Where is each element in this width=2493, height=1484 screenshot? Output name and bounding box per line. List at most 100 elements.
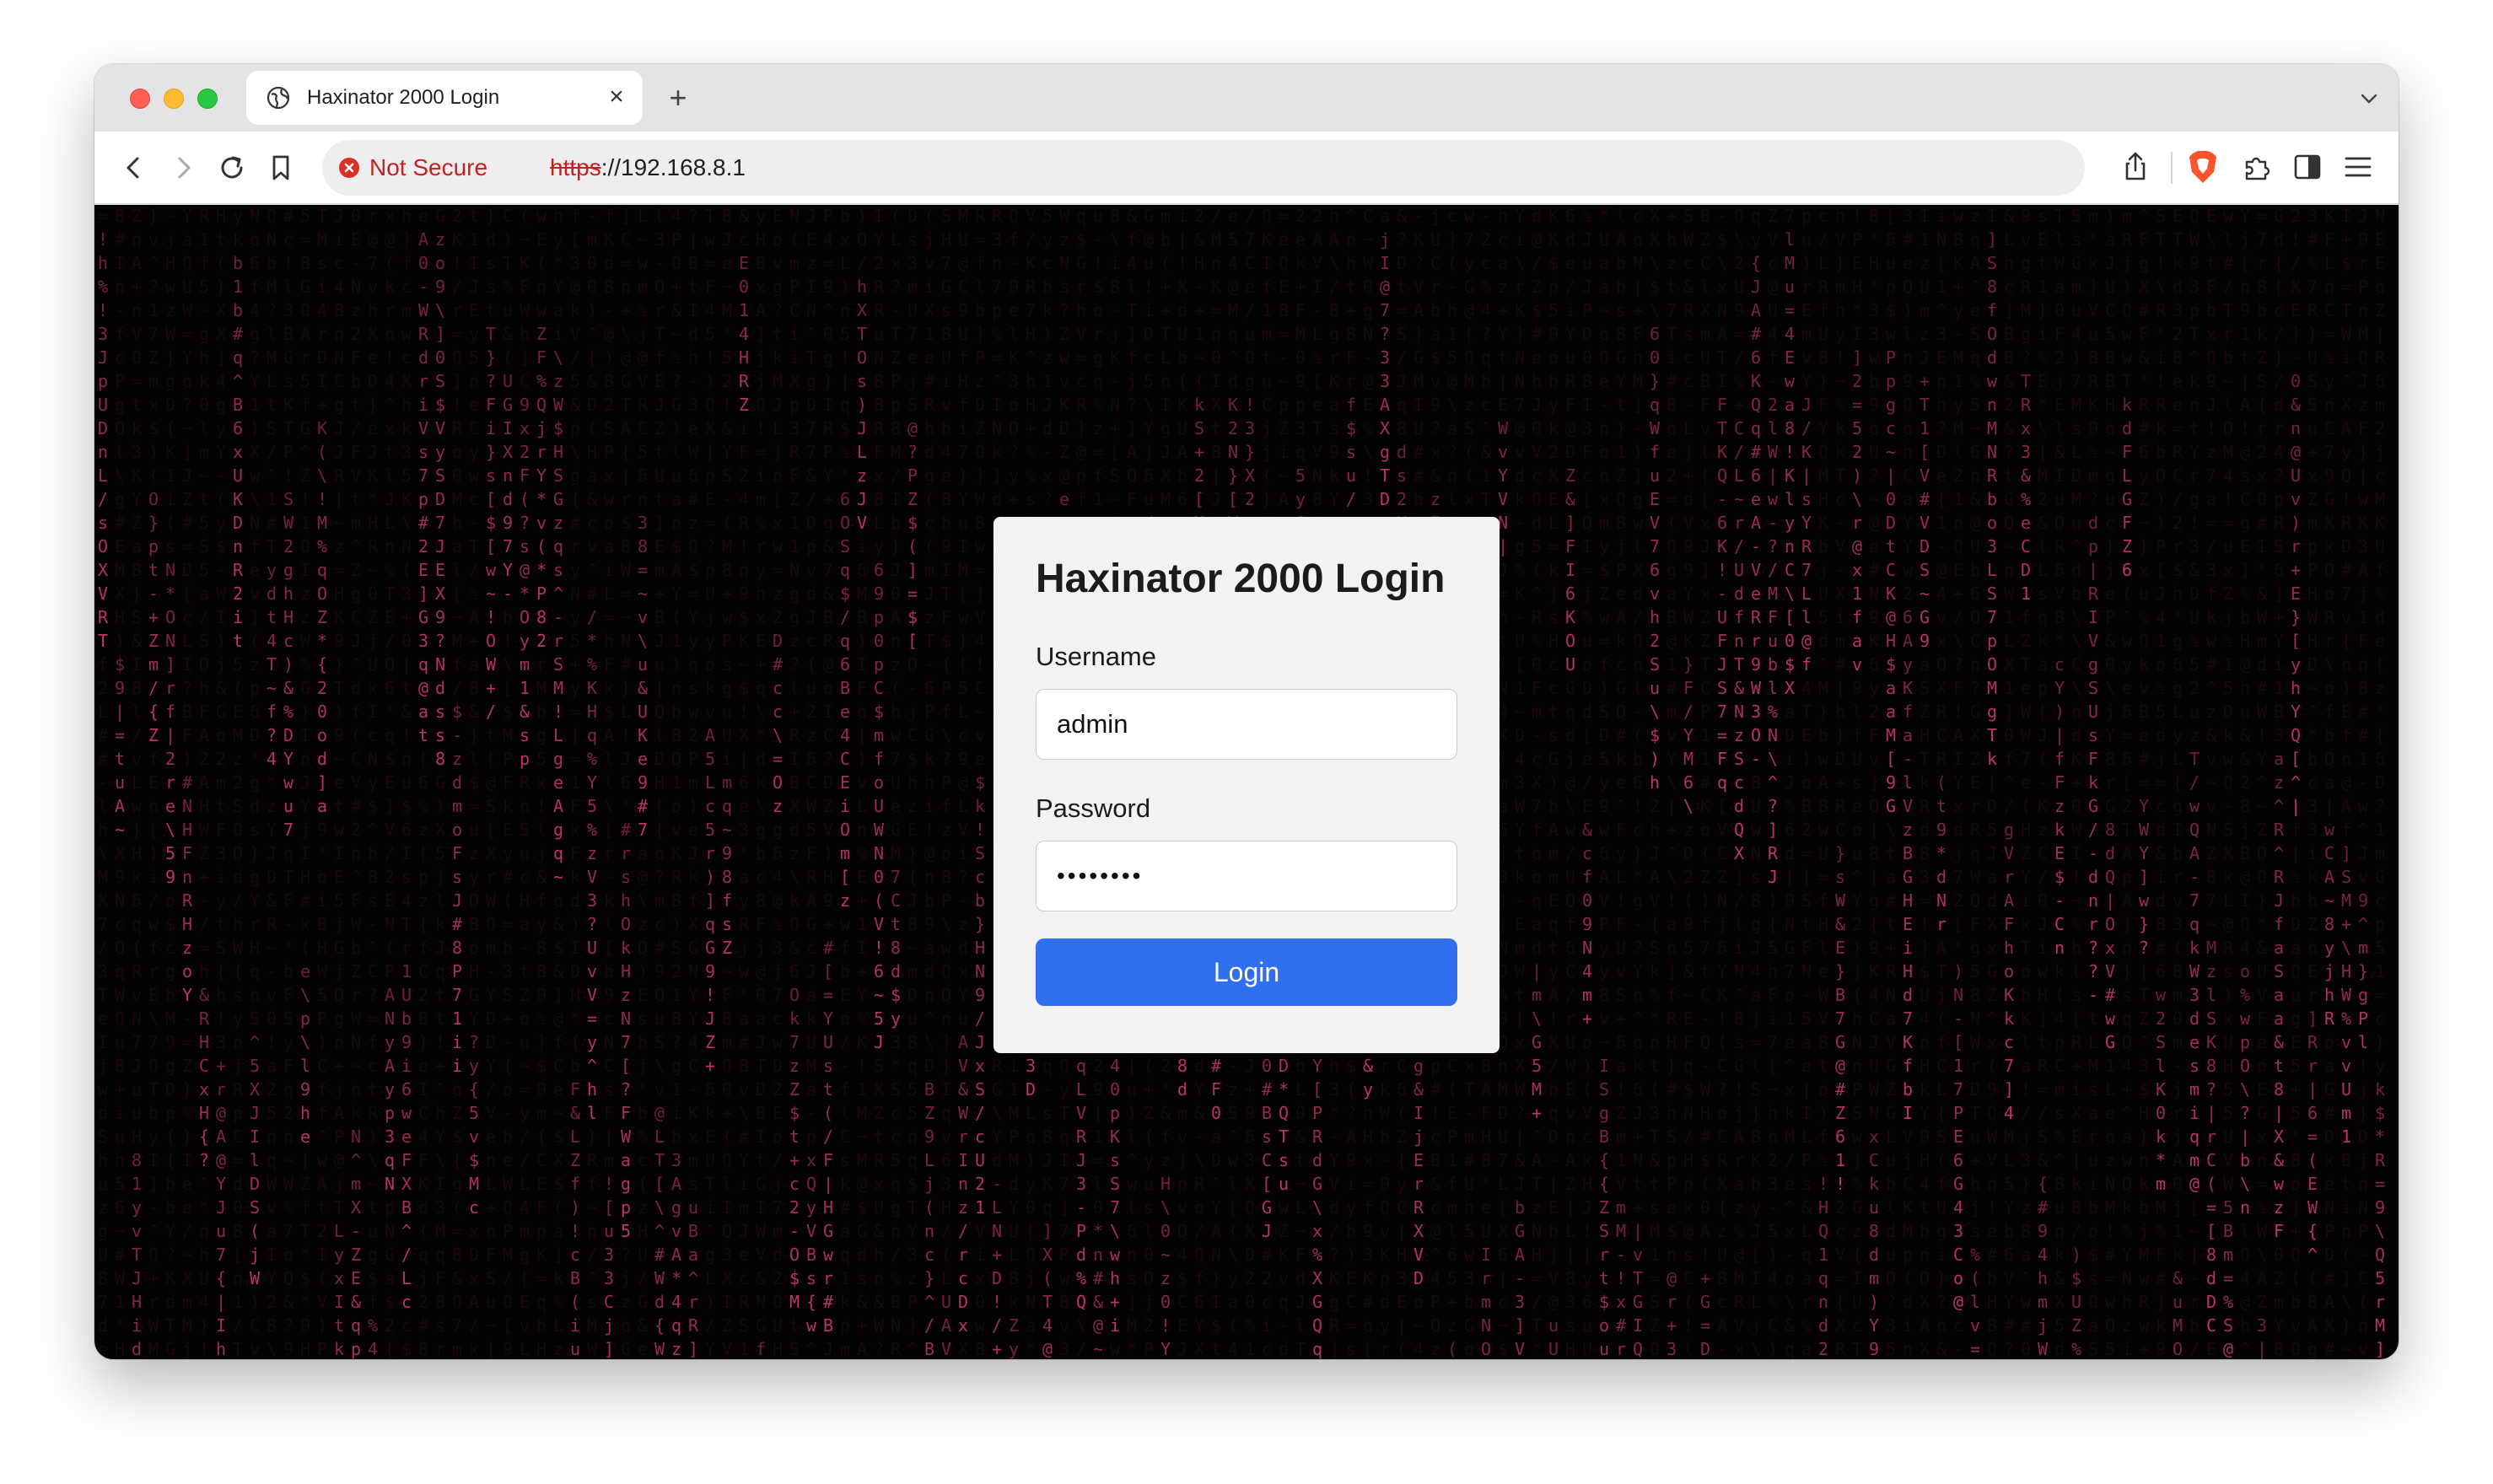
password-input[interactable]	[1036, 841, 1457, 911]
svg-text:]: ]	[1329, 1339, 1339, 1359]
url-text[interactable]: https://192.168.8.1	[550, 155, 746, 180]
svg-text:=: =	[604, 607, 614, 627]
svg-text:r: r	[250, 914, 260, 934]
address-bar[interactable]: Not Secure https://192.168.8.1	[322, 140, 2085, 196]
brave-shields-icon[interactable]	[2186, 148, 2220, 186]
svg-text:H: H	[1532, 1245, 1542, 1265]
svg-text:v: v	[671, 1221, 681, 1241]
svg-text:W: W	[621, 1126, 632, 1147]
svg-text:y: y	[233, 206, 243, 226]
svg-text:+: +	[132, 277, 142, 297]
svg-text:8: 8	[1599, 985, 1609, 1005]
svg-text:T: T	[469, 536, 479, 556]
new-tab-button[interactable]: +	[661, 81, 695, 115]
svg-text:y: y	[1616, 843, 1626, 863]
zoom-window-button[interactable]	[197, 89, 218, 109]
svg-text:^: ^	[401, 1221, 412, 1241]
svg-text:^: ^	[233, 371, 243, 391]
rain-column: SsGmu4)7MsLDMu^db\\C\ndK+0WI!~%hls[R+iXE…	[2071, 206, 2082, 1359]
svg-text:}: }	[621, 678, 631, 698]
svg-text:&: &	[857, 1292, 867, 1312]
svg-text:K: K	[1717, 985, 1727, 1005]
svg-text:d: d	[857, 1245, 867, 1265]
svg-text:X: X	[98, 560, 108, 580]
svg-text:f: f	[317, 1103, 327, 1123]
sidebar-toggle-icon[interactable]	[2291, 150, 2324, 184]
svg-text:o: o	[1532, 843, 1542, 863]
bookmark-icon[interactable]	[265, 152, 297, 184]
svg-text:q: q	[907, 1126, 918, 1147]
svg-text:Z: Z	[452, 1103, 462, 1123]
svg-text:2: 2	[1194, 465, 1204, 486]
svg-text:f: f	[587, 1174, 597, 1194]
svg-text:/: /	[992, 1315, 1002, 1336]
svg-text:{: {	[1262, 465, 1272, 486]
svg-text:&: &	[553, 961, 563, 981]
svg-text:0: 0	[1026, 1197, 1036, 1218]
username-input[interactable]	[1036, 689, 1457, 760]
hamburger-menu-icon[interactable]	[2341, 150, 2375, 184]
svg-text:N: N	[250, 513, 260, 533]
svg-text:%: %	[891, 1268, 901, 1288]
svg-text:H: H	[199, 796, 209, 816]
svg-text:Z: Z	[654, 418, 665, 438]
reload-icon[interactable]	[216, 152, 248, 184]
forward-arrow-icon[interactable]	[167, 152, 199, 184]
back-arrow-icon[interactable]	[118, 152, 150, 184]
svg-text:0: 0	[267, 1008, 277, 1029]
svg-text:P: P	[907, 465, 918, 486]
svg-text:=: =	[1700, 1315, 1710, 1336]
svg-text:z: z	[638, 1197, 648, 1218]
svg-text:G: G	[1262, 1197, 1272, 1218]
login-button[interactable]: Login	[1036, 938, 1457, 1006]
svg-text:j: j	[233, 1056, 243, 1076]
close-window-button[interactable]	[130, 89, 150, 109]
svg-text:g: g	[671, 1056, 681, 1076]
svg-text:#: #	[98, 725, 108, 745]
svg-text:A: A	[604, 725, 614, 745]
rain-column: 2!/XE]~0&n@Uv)r+E}[yhYQ[^|f|%hDaQugE5+5*…	[2291, 206, 2301, 1359]
svg-text:G: G	[638, 1292, 648, 1312]
svg-text:u: u	[503, 300, 513, 320]
svg-text:-: -	[1279, 1315, 1289, 1336]
svg-text:[: [	[182, 583, 192, 604]
active-tab[interactable]: Haxinator 2000 Login ×	[246, 71, 643, 125]
svg-text:U: U	[1498, 1126, 1508, 1147]
svg-text:h: h	[924, 418, 934, 438]
svg-text:O: O	[486, 914, 496, 934]
svg-text:f: f	[941, 796, 951, 816]
chevron-down-icon[interactable]	[2358, 88, 2380, 110]
svg-text:l: l	[789, 678, 800, 698]
rain-column: &cE014HRZiF24R!q9$K~$!X|6e3*ayRjw*a#Bv\#…	[739, 206, 750, 1359]
minimize-window-button[interactable]	[164, 89, 184, 109]
svg-text:^: ^	[148, 253, 159, 273]
svg-text:T: T	[756, 1056, 766, 1076]
svg-text:\: \	[638, 890, 648, 911]
svg-text:I: I	[98, 1032, 108, 1052]
svg-text:!: !	[98, 300, 108, 320]
svg-text:J: J	[132, 1056, 142, 1076]
svg-text:!: !	[1616, 1079, 1626, 1100]
not-secure-label[interactable]: Not Secure	[369, 155, 487, 180]
tab-close-icon[interactable]: ×	[604, 84, 629, 110]
svg-text:/: /	[148, 678, 159, 698]
svg-text:x: x	[385, 206, 395, 226]
svg-text:6: 6	[1683, 772, 1693, 793]
svg-text:b: b	[267, 253, 277, 273]
svg-text:|: |	[1515, 1008, 1525, 1029]
svg-text:~: ~	[486, 1315, 496, 1336]
svg-text:1: 1	[671, 631, 681, 651]
svg-text:z: z	[1160, 1150, 1171, 1170]
svg-text:\: \	[368, 1150, 378, 1170]
extensions-puzzle-icon[interactable]	[2240, 150, 2274, 184]
svg-text:@: @	[1565, 772, 1575, 793]
svg-text:t: t	[401, 678, 412, 698]
svg-text:f: f	[317, 1079, 327, 1100]
share-icon[interactable]	[2119, 150, 2152, 184]
svg-text:=: =	[452, 1221, 462, 1241]
svg-text:o: o	[452, 1079, 462, 1100]
svg-text:]: ]	[604, 1339, 614, 1359]
svg-text:o: o	[857, 702, 867, 722]
svg-text:D: D	[283, 725, 293, 745]
svg-text:W: W	[182, 300, 193, 320]
